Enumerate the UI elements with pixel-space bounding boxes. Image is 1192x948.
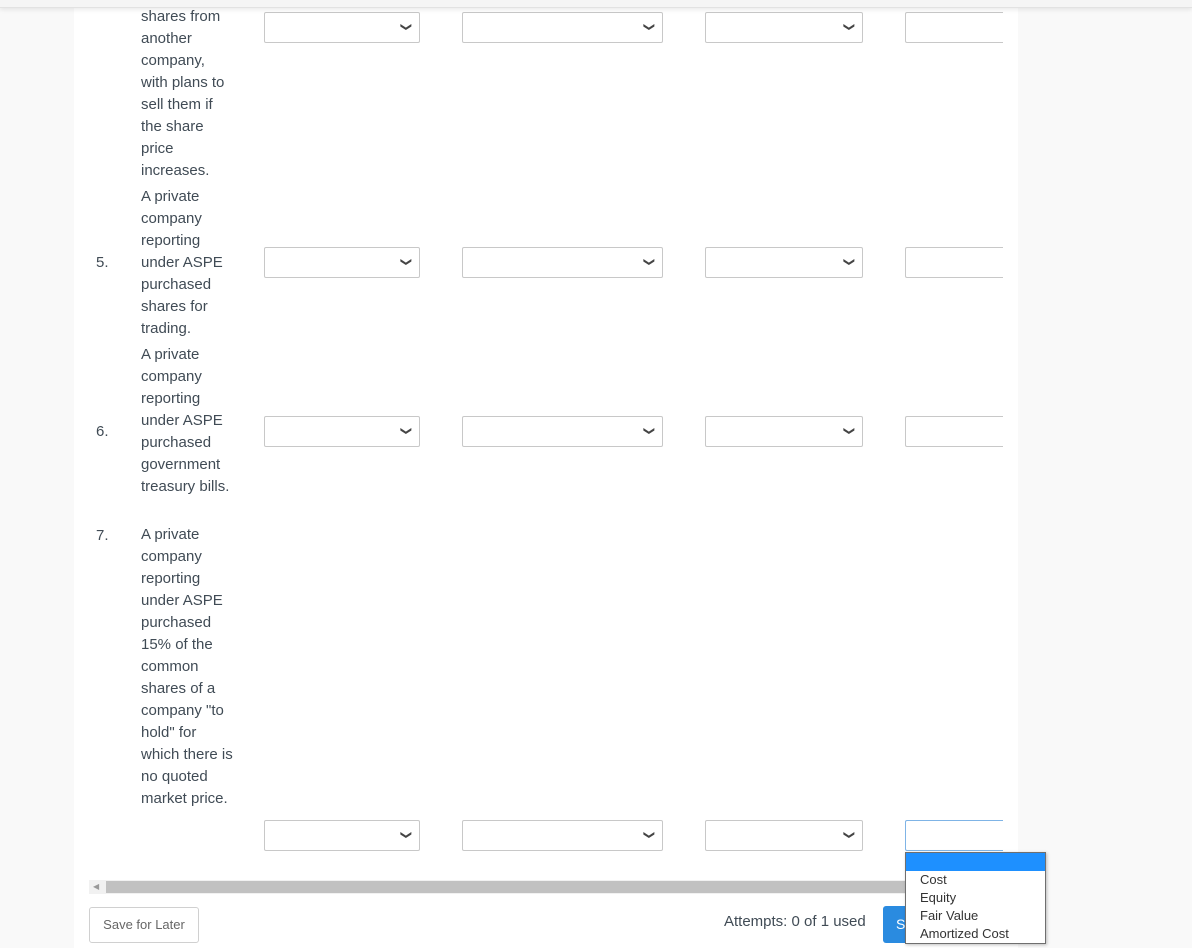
select-row5-col3[interactable]: ❯ (705, 247, 863, 278)
select-row7-col3[interactable]: ❯ (705, 820, 863, 851)
horizontal-scrollbar[interactable]: ◀ (89, 880, 1003, 894)
select-row6-col4[interactable] (905, 416, 1003, 447)
chevron-down-icon: ❯ (400, 830, 412, 840)
chevron-down-icon: ❯ (843, 22, 855, 32)
select-row7-col2[interactable]: ❯ (462, 820, 663, 851)
select-row7-col4[interactable] (905, 820, 1003, 851)
select-row5-col4[interactable] (905, 247, 1003, 278)
dropdown-option-amortized-cost[interactable]: Amortized Cost (906, 925, 1045, 943)
question-number-5: 5. (96, 254, 109, 271)
top-bar (0, 0, 1192, 8)
dropdown-option-blank[interactable] (906, 853, 1045, 871)
select-row5-col2[interactable]: ❯ (462, 247, 663, 278)
dropdown-option-equity[interactable]: Equity (906, 889, 1045, 907)
select-row4-col1[interactable]: ❯ (264, 12, 420, 43)
question-text-6: A private company reporting under ASPE p… (141, 346, 230, 495)
chevron-down-icon: ❯ (643, 426, 655, 436)
select-row7-col1[interactable]: ❯ (264, 820, 420, 851)
chevron-down-icon: ❯ (400, 257, 412, 267)
question-text-7: A private company reporting under ASPE p… (141, 526, 233, 807)
select-row6-col2[interactable]: ❯ (462, 416, 663, 447)
dropdown-options-list: Cost Equity Fair Value Amortized Cost (905, 852, 1046, 944)
chevron-down-icon: ❯ (643, 257, 655, 267)
select-row4-col2[interactable]: ❯ (462, 12, 663, 43)
question-number-6: 6. (96, 423, 109, 440)
select-row4-col3[interactable]: ❯ (705, 12, 863, 43)
dropdown-option-fair-value[interactable]: Fair Value (906, 907, 1045, 925)
save-for-later-button[interactable]: Save for Later (89, 907, 199, 943)
chevron-down-icon: ❯ (400, 426, 412, 436)
select-row6-col1[interactable]: ❯ (264, 416, 420, 447)
chevron-down-icon: ❯ (843, 426, 855, 436)
scrollbar-thumb[interactable] (106, 881, 1003, 893)
question-text-5: A private company reporting under ASPE p… (141, 188, 223, 337)
chevron-down-icon: ❯ (643, 830, 655, 840)
chevron-down-icon: ❯ (643, 22, 655, 32)
question-number-7: 7. (96, 527, 109, 544)
chevron-down-icon: ❯ (843, 257, 855, 267)
chevron-down-icon: ❯ (400, 22, 412, 32)
select-row5-col1[interactable]: ❯ (264, 247, 420, 278)
select-row4-col4[interactable] (905, 12, 1003, 43)
question-text-4: shares from another company, with plans … (141, 8, 225, 179)
chevron-down-icon: ❯ (843, 830, 855, 840)
scroll-left-arrow-icon[interactable]: ◀ (93, 882, 99, 892)
select-row6-col3[interactable]: ❯ (705, 416, 863, 447)
dropdown-option-cost[interactable]: Cost (906, 871, 1045, 889)
attempts-counter: Attempts: 0 of 1 used (724, 913, 866, 930)
